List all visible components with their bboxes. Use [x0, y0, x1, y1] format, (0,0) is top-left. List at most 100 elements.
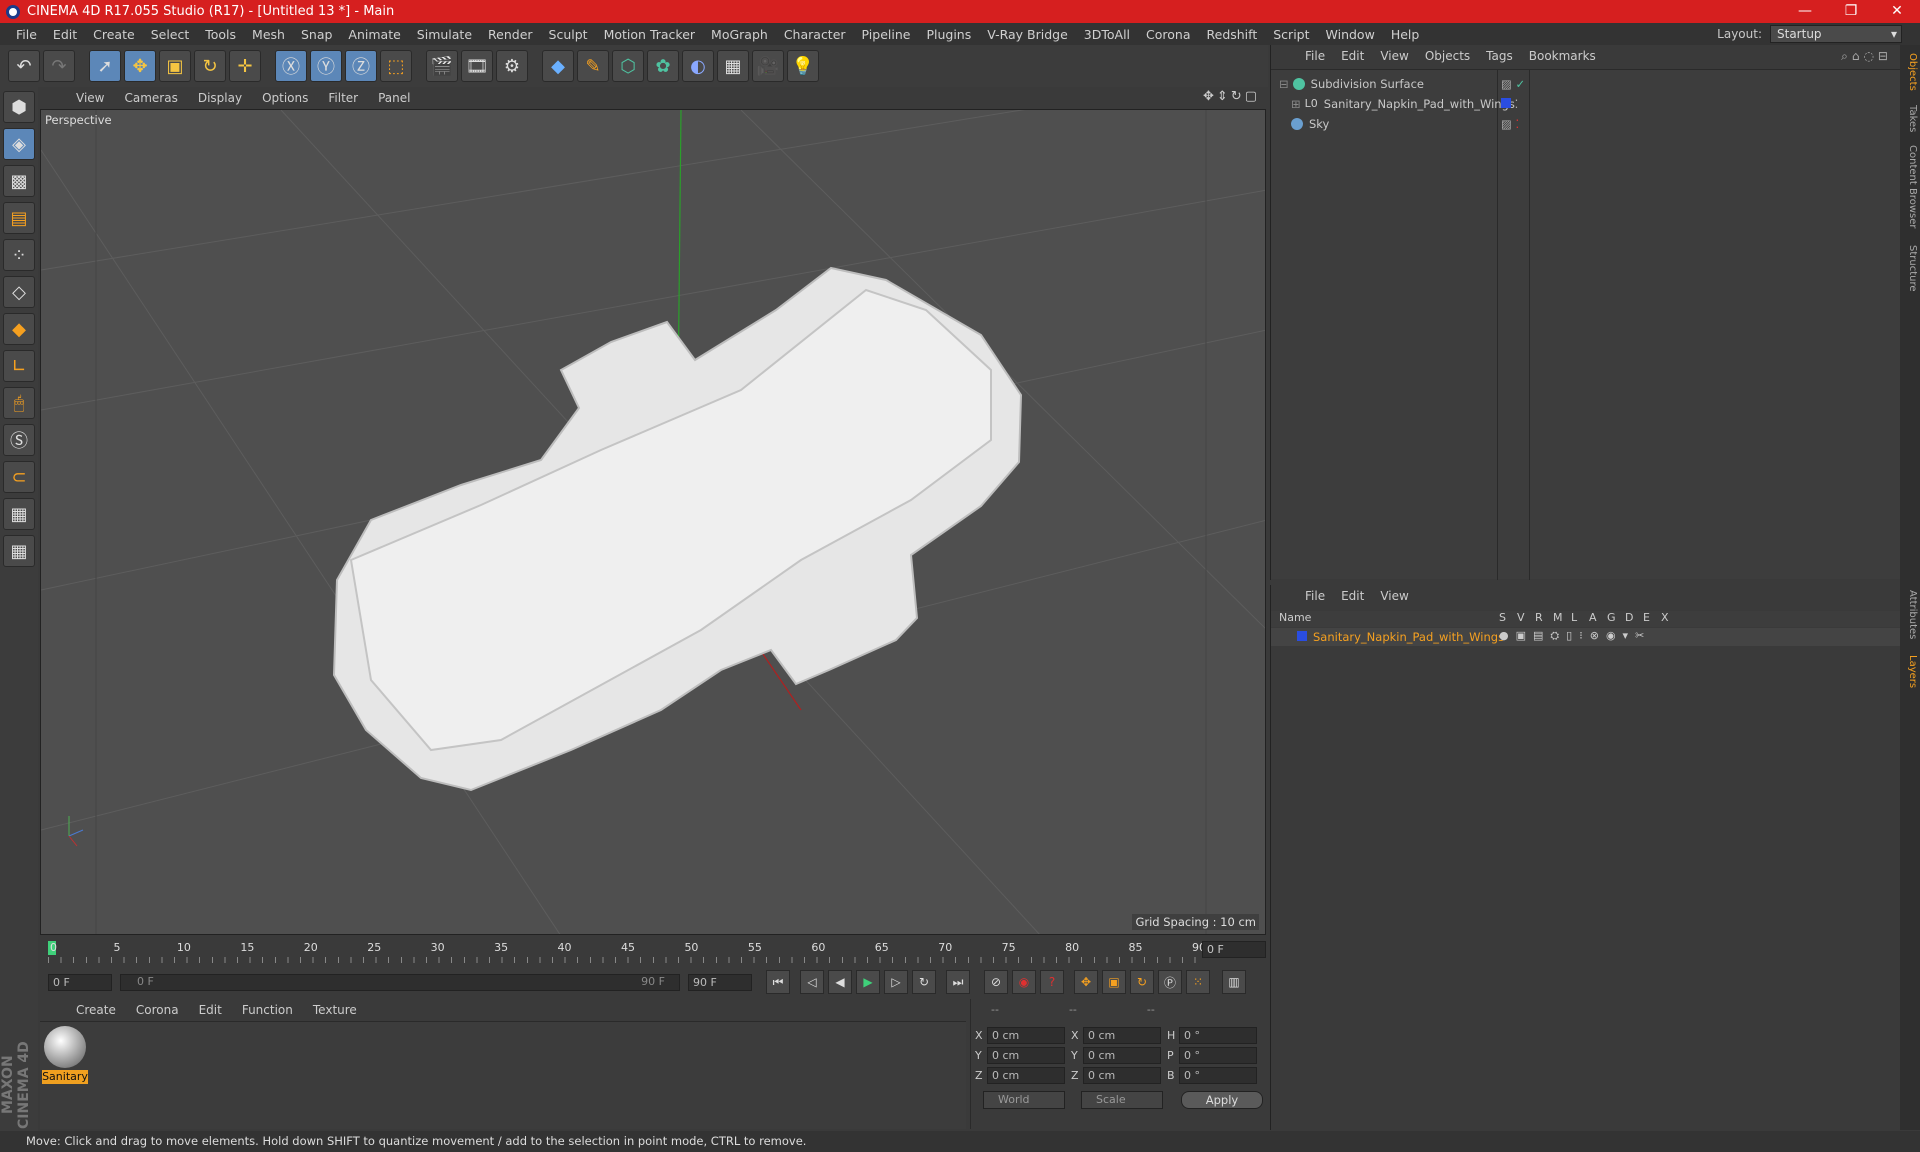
coordinate-system-icon[interactable]: ⬚	[380, 50, 412, 82]
tab-layers[interactable]: Layers	[1902, 655, 1918, 688]
objects-menu-tags[interactable]: Tags	[1478, 49, 1521, 63]
position-x-field[interactable]: 0 cm	[987, 1027, 1065, 1044]
menu-corona[interactable]: Corona	[1138, 27, 1198, 42]
tab-attributes[interactable]: Attributes	[1902, 590, 1918, 639]
objects-menu-file[interactable]: File	[1297, 49, 1333, 63]
cube-primitive-icon[interactable]: ◆	[542, 50, 574, 82]
menu-tools[interactable]: Tools	[197, 27, 244, 42]
menu-vray-bridge[interactable]: V-Ray Bridge	[979, 27, 1076, 42]
layers-menu-edit[interactable]: Edit	[1333, 589, 1372, 603]
position-y-field[interactable]: 0 cm	[987, 1047, 1065, 1064]
objects-menu-view[interactable]: View	[1372, 49, 1416, 63]
objects-menu-edit[interactable]: Edit	[1333, 49, 1372, 63]
rotate-tool-icon[interactable]: ↻	[194, 50, 226, 82]
menu-redshift[interactable]: Redshift	[1199, 27, 1266, 42]
position-z-field[interactable]: 0 cm	[987, 1067, 1065, 1084]
menu-create[interactable]: Create	[85, 27, 143, 42]
menu-help[interactable]: Help	[1383, 27, 1428, 42]
objects-menu-bookmarks[interactable]: Bookmarks	[1521, 49, 1604, 63]
key-rotation-icon[interactable]: ↻	[1130, 970, 1154, 994]
layer-color-icon[interactable]: ⁚	[1501, 97, 1518, 111]
tweak-mode-icon[interactable]: 🖱	[3, 387, 35, 419]
edit-render-settings-icon[interactable]: ⚙	[496, 50, 528, 82]
tab-structure[interactable]: Structure	[1902, 245, 1918, 292]
close-button[interactable]: ✕	[1874, 0, 1920, 23]
key-parameter-icon[interactable]: Ⓟ	[1158, 970, 1182, 994]
rotation-p-field[interactable]: 0 °	[1179, 1047, 1257, 1064]
menu-edit[interactable]: Edit	[45, 27, 85, 42]
rotation-b-field[interactable]: 0 °	[1179, 1067, 1257, 1084]
rotation-h-field[interactable]: 0 °	[1179, 1027, 1257, 1044]
menu-select[interactable]: Select	[143, 27, 198, 42]
viewport-menu-panel[interactable]: Panel	[368, 91, 420, 105]
viewport-menu-filter[interactable]: Filter	[318, 91, 368, 105]
viewport-menu-options[interactable]: Options	[252, 91, 318, 105]
edge-mode-icon[interactable]: ◇	[3, 276, 35, 308]
menu-animate[interactable]: Animate	[340, 27, 408, 42]
maximize-button[interactable]: ❐	[1828, 0, 1874, 23]
point-mode-icon[interactable]: ⁘	[3, 239, 35, 271]
apply-button[interactable]: Apply	[1181, 1091, 1263, 1109]
viewport-menu-display[interactable]: Display	[188, 91, 252, 105]
menu-plugins[interactable]: Plugins	[918, 27, 979, 42]
snap-icon[interactable]: ⊂	[3, 461, 35, 493]
scale-tool-icon[interactable]: ▣	[159, 50, 191, 82]
material-menu-edit[interactable]: Edit	[189, 1003, 232, 1017]
planar-workplane-icon[interactable]: ▦	[3, 535, 35, 567]
y-axis-lock-icon[interactable]: Ⓨ	[310, 50, 342, 82]
x-axis-lock-icon[interactable]: Ⓧ	[275, 50, 307, 82]
layer-row[interactable]: Sanitary_Napkin_Pad_with_Wings ●▣▤⛭▯⁝⊗◉▾…	[1271, 628, 1901, 646]
make-editable-icon[interactable]: ⬢	[3, 91, 35, 123]
coordinate-mode-dropdown[interactable]: World	[983, 1091, 1065, 1109]
frame-range-slider[interactable]: 0 F 90 F	[120, 973, 680, 991]
layer-name[interactable]: Sanitary_Napkin_Pad_with_Wings	[1313, 630, 1504, 644]
menu-pipeline[interactable]: Pipeline	[854, 27, 919, 42]
record-keys-icon[interactable]: ⊘	[984, 970, 1008, 994]
material-menu-create[interactable]: Create	[66, 1003, 126, 1017]
start-frame-field[interactable]: 0 F	[48, 973, 112, 991]
locked-workplane-icon[interactable]: ▦	[3, 498, 35, 530]
go-to-start-icon[interactable]: ⏮	[766, 970, 790, 994]
minimize-button[interactable]: —	[1782, 0, 1828, 23]
previous-frame-icon[interactable]: ◀	[828, 970, 852, 994]
visibility-dots-icon[interactable]: ▨ ⁚	[1501, 117, 1519, 131]
key-pla-icon[interactable]: ⁙	[1186, 970, 1210, 994]
list-item[interactable]: ⊟ Subdivision Surface ▨ ✓	[1271, 74, 1901, 93]
layers-menu-view[interactable]: View	[1372, 589, 1416, 603]
size-z-field[interactable]: 0 cm	[1083, 1067, 1161, 1084]
menu-snap[interactable]: Snap	[293, 27, 340, 42]
menu-script[interactable]: Script	[1265, 27, 1317, 42]
deformer-icon[interactable]: ◐	[682, 50, 714, 82]
end-frame-field[interactable]: 90 F	[688, 973, 752, 991]
menu-window[interactable]: Window	[1318, 27, 1383, 42]
z-axis-lock-icon[interactable]: Ⓩ	[345, 50, 377, 82]
floor-icon[interactable]: ▦	[717, 50, 749, 82]
menu-character[interactable]: Character	[776, 27, 854, 42]
recent-tool-icon[interactable]: ✛	[229, 50, 261, 82]
light-icon[interactable]: 💡	[787, 50, 819, 82]
enable-axis-icon[interactable]: ∟	[3, 350, 35, 382]
menu-3dtoall[interactable]: 3DToAll	[1076, 27, 1138, 42]
go-to-end-icon[interactable]: ⏭	[946, 970, 970, 994]
layer-color-swatch[interactable]	[1297, 631, 1307, 641]
pen-spline-icon[interactable]: ✎	[577, 50, 609, 82]
menu-sculpt[interactable]: Sculpt	[541, 27, 596, 42]
play-forward-icon[interactable]: ▶	[856, 970, 880, 994]
objects-search-icon[interactable]: ⌕⌂◌⊟	[1841, 49, 1892, 64]
key-position-icon[interactable]: ✥	[1074, 970, 1098, 994]
perspective-viewport[interactable]: Perspective Grid Spacing : 10 cm	[40, 109, 1266, 935]
size-mode-dropdown[interactable]: Scale	[1081, 1091, 1163, 1109]
material-menu-corona[interactable]: Corona	[126, 1003, 189, 1017]
live-selection-icon[interactable]: ➚	[89, 50, 121, 82]
material-menu-function[interactable]: Function	[232, 1003, 303, 1017]
menu-file[interactable]: File	[8, 27, 45, 42]
solo-mode-icon[interactable]: Ⓢ	[3, 424, 35, 456]
move-tool-icon[interactable]: ✥	[124, 50, 156, 82]
size-x-field[interactable]: 0 cm	[1083, 1027, 1161, 1044]
texture-mode-icon[interactable]: ▩	[3, 165, 35, 197]
keyframe-selection-icon[interactable]: ?	[1040, 970, 1064, 994]
material-name-label[interactable]: Sanitary	[42, 1070, 88, 1084]
previous-key-icon[interactable]: ◁	[800, 970, 824, 994]
menu-mesh[interactable]: Mesh	[244, 27, 293, 42]
viewport-menu-view[interactable]: View	[66, 91, 114, 105]
